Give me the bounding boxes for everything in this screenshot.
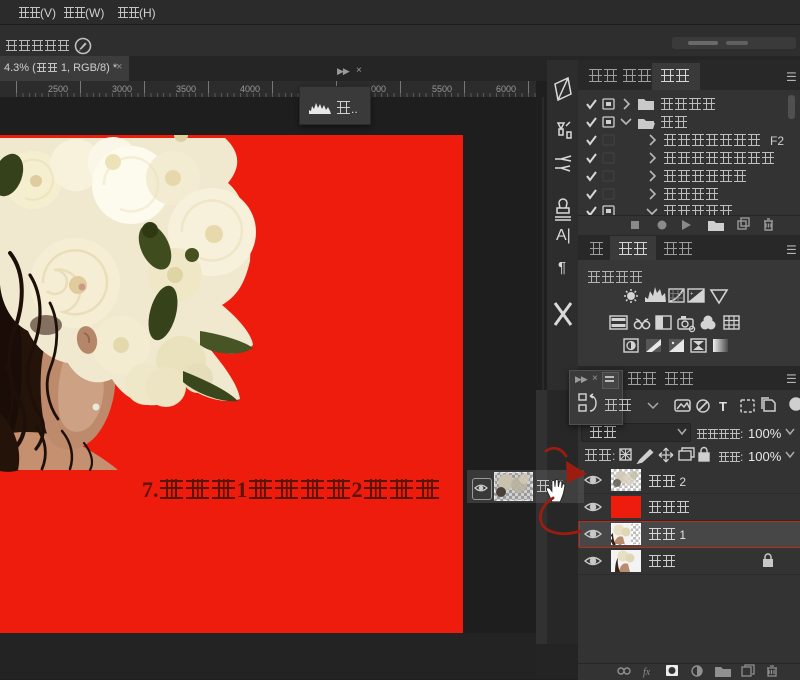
svg-text:T: T [719,399,727,414]
svg-text:fx: fx [643,667,651,678]
svg-text:+: + [690,292,694,298]
svg-text:¶: ¶ [558,259,566,276]
svg-text:A|: A| [556,227,571,244]
